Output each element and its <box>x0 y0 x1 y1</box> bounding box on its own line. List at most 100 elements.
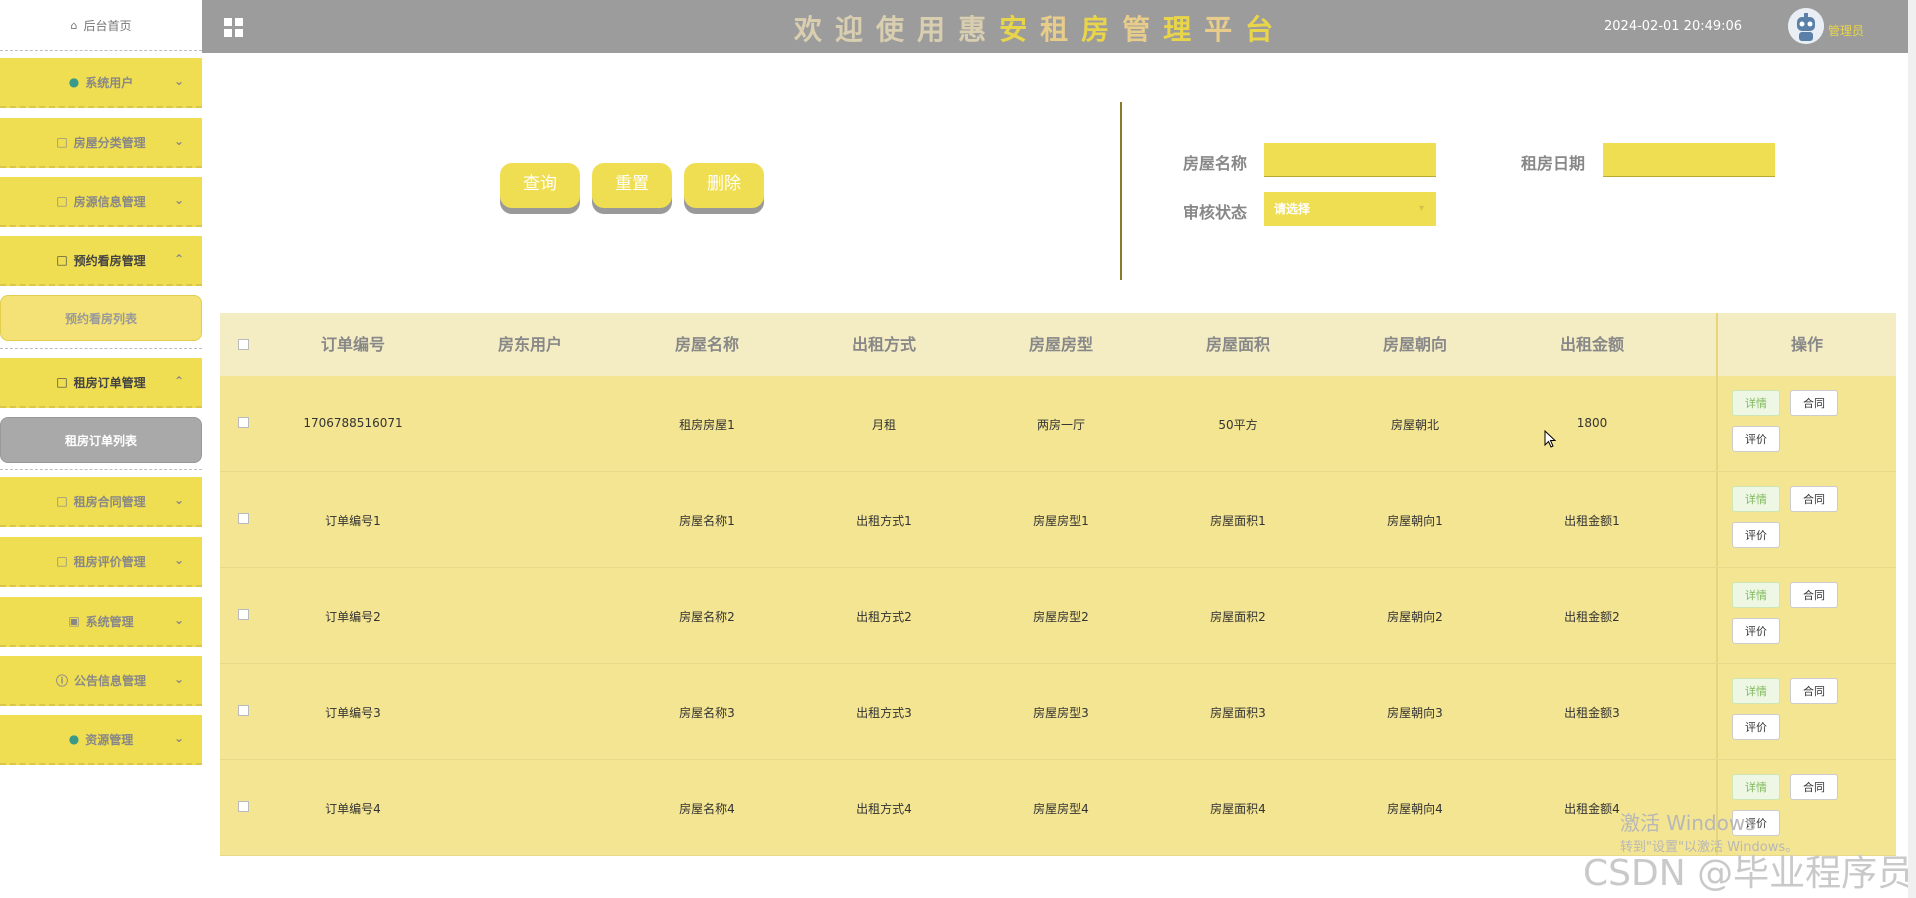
sidebar-item-label: 公告信息管理 <box>74 673 147 688</box>
rent-date-input[interactable] <box>1603 143 1775 177</box>
column-header: 房屋面积 <box>1205 335 1270 354</box>
sidebar-item-review[interactable]: □ 租房评价管理 ⌄ <box>0 537 202 587</box>
operation-cell: 详情 合同 评价 <box>1716 376 1896 472</box>
review-button[interactable]: 评价 <box>1732 522 1780 548</box>
title-char: 迎 <box>835 13 877 46</box>
contract-button[interactable]: 合同 <box>1790 678 1838 704</box>
sidebar-item-system-users[interactable]: ● 系统用户 ⌄ <box>0 58 202 108</box>
audit-status-select[interactable]: 请选择 ▾ <box>1264 192 1436 226</box>
top-bar: 欢迎使用惠安租房管理平台 2024-02-01 20:49:06 管理员 <box>202 0 1916 53</box>
edit-icon: □ <box>56 375 68 389</box>
table-cell: 出租金额1 <box>1564 514 1620 528</box>
title-char: 惠 <box>958 13 1000 46</box>
row-checkbox[interactable] <box>238 705 249 716</box>
operation-cell: 详情 合同 评价 <box>1716 664 1896 760</box>
avatar[interactable] <box>1788 8 1824 44</box>
detail-button[interactable]: 详情 <box>1732 486 1780 512</box>
divider <box>0 348 202 349</box>
title-char: 平 <box>1204 13 1246 46</box>
row-checkbox[interactable] <box>238 417 249 428</box>
sidebar-item-viewing-appointment[interactable]: □ 预约看房管理 ⌃ <box>0 236 202 286</box>
table-cell: 订单编号3 <box>325 706 381 720</box>
house-name-input[interactable] <box>1264 143 1436 177</box>
sidebar-item-label: 租房合同管理 <box>73 494 146 509</box>
contract-button[interactable]: 合同 <box>1790 486 1838 512</box>
table-cell: 出租方式3 <box>856 706 912 720</box>
chevron-up-icon: ⌃ <box>173 374 184 388</box>
table-cell: 房屋房型4 <box>1033 802 1089 816</box>
table-cell: 出租金额2 <box>1564 610 1620 624</box>
sidebar-subitem-order-list[interactable]: 租房订单列表 <box>0 417 202 463</box>
chevron-down-icon: ⌄ <box>173 672 184 686</box>
edit-icon: □ <box>56 253 68 267</box>
table-row: 1706788516071 租房房屋1 月租 两房一厅 50平方 房屋朝北 1800 详情 合同… <box>220 376 1896 472</box>
table-row: 订单编号1 房屋名称1 出租方式1 房屋房型1 房屋面积1 房屋朝向1 出租金额1 详情 合同评… <box>220 472 1896 568</box>
contract-button[interactable]: 合同 <box>1790 390 1838 416</box>
edit-icon: □ <box>56 194 68 208</box>
user-role[interactable]: 管理员 <box>1828 22 1864 39</box>
chevron-down-icon: ⌄ <box>173 74 184 88</box>
table-cell: 房屋朝向4 <box>1387 802 1443 816</box>
review-button[interactable]: 评价 <box>1732 714 1780 740</box>
csdn-watermark: CSDN @毕业程序员 <box>1583 853 1914 894</box>
sidebar-item-house-info[interactable]: □ 房源信息管理 ⌄ <box>0 177 202 227</box>
table-cell: 房屋朝北 <box>1390 418 1439 432</box>
title-char: 欢 <box>794 13 836 46</box>
detail-button[interactable]: 详情 <box>1732 390 1780 416</box>
sidebar-item-house-category[interactable]: □ 房屋分类管理 ⌄ <box>0 118 202 168</box>
select-all-checkbox[interactable] <box>238 339 249 350</box>
reset-button[interactable]: 重置 <box>592 163 672 208</box>
grid-menu-icon[interactable] <box>224 18 244 38</box>
contract-button[interactable]: 合同 <box>1790 582 1838 608</box>
divider <box>0 50 202 51</box>
column-header: 订单编号 <box>320 335 385 354</box>
column-header: 房屋朝向 <box>1382 335 1447 354</box>
chevron-up-icon: ⌃ <box>173 252 184 266</box>
delete-button[interactable]: 删除 <box>684 163 764 208</box>
review-button[interactable]: 评价 <box>1732 618 1780 644</box>
detail-button[interactable]: 详情 <box>1732 678 1780 704</box>
scrollbar[interactable] <box>1908 0 1916 898</box>
sidebar-subitem-viewing-list[interactable]: 预约看房列表 <box>0 295 202 341</box>
review-button[interactable]: 评价 <box>1732 426 1780 452</box>
row-checkbox[interactable] <box>238 513 249 524</box>
row-checkbox[interactable] <box>238 609 249 620</box>
table-cell: 房屋房型2 <box>1033 610 1089 624</box>
sidebar-item-label: 房源信息管理 <box>73 194 146 209</box>
query-button[interactable]: 查询 <box>500 163 580 208</box>
table-cell: 两房一厅 <box>1036 418 1085 432</box>
sidebar-home-link[interactable]: ⌂ 后台首页 <box>0 0 202 50</box>
table-cell: 房屋面积4 <box>1210 802 1266 816</box>
sidebar-item-resources[interactable]: ● 资源管理 ⌄ <box>0 715 202 765</box>
audit-status-placeholder: 请选择 <box>1274 202 1311 216</box>
detail-button[interactable]: 详情 <box>1732 774 1780 800</box>
sidebar-subitem-label: 预约看房列表 <box>64 311 137 326</box>
sidebar-item-system-manage[interactable]: ▣ 系统管理 ⌄ <box>0 597 202 647</box>
title-char: 房 <box>1081 13 1123 46</box>
table-cell: 房屋朝向1 <box>1387 514 1443 528</box>
table-cell: 房屋名称2 <box>679 610 735 624</box>
row-checkbox[interactable] <box>238 801 249 812</box>
edit-icon: □ <box>56 494 68 508</box>
sidebar-item-label: 租房评价管理 <box>73 554 146 569</box>
sidebar-item-label: 租房订单管理 <box>73 375 146 390</box>
sidebar-item-announcement[interactable]: ⓘ 公告信息管理 ⌄ <box>0 656 202 706</box>
detail-button[interactable]: 详情 <box>1732 582 1780 608</box>
sidebar-item-rental-order[interactable]: □ 租房订单管理 ⌃ <box>0 358 202 408</box>
title-char: 用 <box>917 13 959 46</box>
title-char: 理 <box>1163 13 1205 46</box>
table-cell: 出租方式1 <box>856 514 912 528</box>
table-cell: 订单编号4 <box>325 802 381 816</box>
windows-activation-title: 激活 Windows <box>1620 811 1756 835</box>
sidebar-item-contract[interactable]: □ 租房合同管理 ⌄ <box>0 477 202 527</box>
home-icon: ⌂ <box>70 18 78 32</box>
chevron-down-icon: ⌄ <box>173 553 184 567</box>
table-row: 订单编号3 房屋名称3 出租方式3 房屋房型3 房屋面积3 房屋朝向3 出租金额3 详情 合同评… <box>220 664 1896 760</box>
chevron-down-icon: ⌄ <box>173 134 184 148</box>
column-header: 房东用户 <box>497 335 562 354</box>
operation-cell: 详情 合同 评价 <box>1716 568 1896 664</box>
picture-icon: ▣ <box>68 614 80 628</box>
chevron-down-icon: ⌄ <box>173 731 184 745</box>
column-header: 出租金额 <box>1559 335 1624 354</box>
contract-button[interactable]: 合同 <box>1790 774 1838 800</box>
